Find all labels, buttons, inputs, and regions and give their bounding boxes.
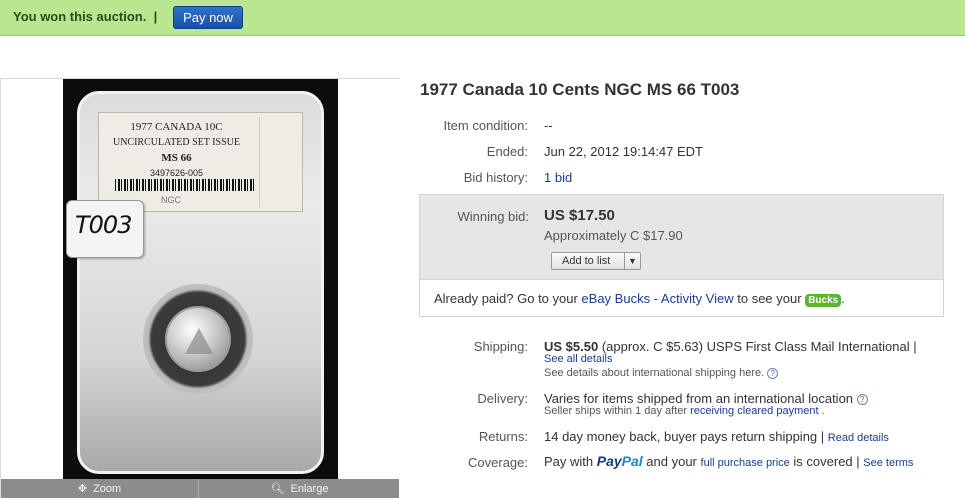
coverage-label: Coverage: xyxy=(468,455,528,470)
slab-cert: 3497626-005 xyxy=(149,168,204,178)
paid-suffix: to see your xyxy=(733,291,806,306)
cleared-payment-link[interactable]: receiving cleared payment xyxy=(690,405,818,417)
returns-value: 14 day money back, buyer pays return shi… xyxy=(544,429,889,444)
already-paid-box: Already paid? Go to your eBay Bucks - Ac… xyxy=(419,280,944,317)
banner-message: You won this auction. | xyxy=(13,9,157,24)
slab-brand: NGC xyxy=(161,195,181,205)
delivery-note-suffix: . xyxy=(818,405,825,417)
won-auction-banner: You won this auction. | Pay now xyxy=(0,0,965,36)
bid-history-label: Bid history: xyxy=(463,170,528,185)
coin-ship-icon xyxy=(185,322,213,354)
winning-bid-price: US $17.50 xyxy=(544,207,615,224)
shipping-price: US $5.50 xyxy=(544,339,599,354)
coverage-mid: and your xyxy=(642,454,701,469)
zoom-button[interactable]: ✥ Zoom xyxy=(1,479,199,498)
image-gallery: 1977 CANADA 10C UNCIRCULATED SET ISSUE M… xyxy=(0,78,399,498)
banner-message-text: You won this auction. xyxy=(13,9,147,24)
enlarge-button[interactable]: 🔍︎ Enlarge xyxy=(200,479,399,498)
approx-price: Approximately C $17.90 xyxy=(544,228,683,243)
returns-label: Returns: xyxy=(478,429,528,444)
full-purchase-price-link[interactable]: full purchase price xyxy=(701,457,790,469)
coin-holder xyxy=(143,284,253,394)
slab-label: 1977 CANADA 10C UNCIRCULATED SET ISSUE M… xyxy=(98,112,303,212)
add-to-list-button[interactable]: Add to list ▼ xyxy=(551,252,641,270)
shipping-detail: (approx. C $5.63) USPS First Class Mail … xyxy=(598,339,917,354)
zoom-label: Zoom xyxy=(93,483,122,495)
info-icon[interactable]: ? xyxy=(856,394,868,406)
already-paid-text: Already paid? Go to your eBay Bucks - Ac… xyxy=(434,291,845,307)
banner-separator: | xyxy=(153,9,158,24)
coin-image xyxy=(165,306,231,372)
ebay-bucks-link[interactable]: eBay Bucks - Activity View xyxy=(581,291,733,306)
delivery-label: Delivery: xyxy=(477,391,528,406)
paid-prefix: Already paid? Go to your xyxy=(434,291,582,306)
ended-label: Ended: xyxy=(486,144,528,159)
magnifier-icon: 🔍︎ xyxy=(270,483,285,495)
read-details-link[interactable]: Read details xyxy=(828,432,889,444)
coin-slab-image: 1977 CANADA 10C UNCIRCULATED SET ISSUE M… xyxy=(66,91,324,474)
slab-grade: MS 66 xyxy=(161,152,192,164)
see-terms-link[interactable]: See terms xyxy=(863,457,913,469)
item-title: 1977 Canada 10 Cents NGC MS 66 T003 xyxy=(420,80,740,99)
coverage-mid2: is covered | xyxy=(789,454,864,469)
item-photo[interactable]: 1977 CANADA 10C UNCIRCULATED SET ISSUE M… xyxy=(63,79,338,479)
condition-value: -- xyxy=(544,118,553,133)
add-to-list-label: Add to list xyxy=(562,255,611,267)
slab-line2: UNCIRCULATED SET ISSUE xyxy=(112,137,241,148)
inventory-tag-text: T003 xyxy=(75,211,132,239)
see-all-details-link[interactable]: See all details xyxy=(544,353,613,365)
info-icon[interactable]: ? xyxy=(767,367,779,379)
paypal-logo-part2: Pal xyxy=(621,453,643,469)
bid-history-link[interactable]: 1 bid xyxy=(544,170,572,185)
delivery-note: Seller ships within 1 day after receivin… xyxy=(544,405,825,417)
coverage-prefix: Pay with xyxy=(544,454,597,469)
intl-shipping-note: See details about international shipping… xyxy=(544,367,779,379)
winning-bid-box: Winning bid: US $17.50 Approximately C $… xyxy=(419,194,944,280)
pay-now-button[interactable]: Pay now xyxy=(173,6,243,29)
paid-end: . xyxy=(841,291,845,306)
coverage-value: Pay with PayPal and your full purchase p… xyxy=(544,453,913,469)
delivery-note-prefix: Seller ships within 1 day after xyxy=(544,405,691,417)
condition-label: Item condition: xyxy=(443,118,528,133)
slab-scale-watermark xyxy=(259,117,301,207)
intl-shipping-note-text: See details about international shipping… xyxy=(544,367,765,379)
inventory-tag: T003 xyxy=(66,200,144,258)
ended-value: Jun 22, 2012 19:14:47 EDT xyxy=(544,144,704,159)
paypal-logo-icon: PayPal xyxy=(597,453,643,469)
winning-bid-label: Winning bid: xyxy=(457,209,529,224)
enlarge-label: Enlarge xyxy=(290,483,329,495)
delivery-value: Varies for items shipped from an interna… xyxy=(544,391,868,406)
shipping-value: US $5.50 (approx. C $5.63) USPS First Cl… xyxy=(544,339,917,354)
image-toolbar: ✥ Zoom 🔍︎ Enlarge xyxy=(1,479,399,498)
chevron-down-icon[interactable]: ▼ xyxy=(624,253,640,269)
crosshair-icon: ✥ xyxy=(77,483,88,495)
delivery-text: Varies for items shipped from an interna… xyxy=(544,391,854,406)
slab-line1: 1977 CANADA 10C xyxy=(130,121,223,133)
slab-barcode xyxy=(115,179,255,191)
returns-text: 14 day money back, buyer pays return shi… xyxy=(544,429,828,444)
shipping-label: Shipping: xyxy=(473,339,528,354)
bucks-badge-icon: Bucks xyxy=(805,294,842,307)
paypal-logo-part1: Pay xyxy=(596,453,622,469)
